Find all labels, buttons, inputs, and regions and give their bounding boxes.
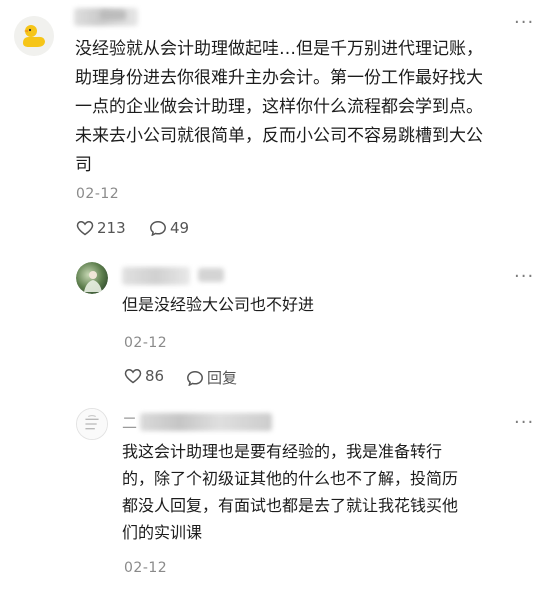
reply-username-prefix[interactable]: 二 xyxy=(122,412,137,433)
comment-bubble-icon xyxy=(149,220,167,236)
reply-line: 们的实训课 xyxy=(122,523,203,542)
reply-date: 02-12 xyxy=(124,335,168,351)
like-count: 213 xyxy=(97,219,126,237)
like-button[interactable]: 86 xyxy=(124,367,164,385)
reply-line: 的，除了个初级证其他的什么也不了解，投简历 xyxy=(122,469,459,488)
more-options-icon[interactable]: ··· xyxy=(514,14,534,32)
reply-avatar-1[interactable] xyxy=(76,262,108,294)
comment-line: 未来去小公司就很简单，反而小公司不容易跳槽到大公 xyxy=(75,126,483,146)
heart-icon xyxy=(124,368,142,384)
reply-avatar-2[interactable] xyxy=(76,408,108,440)
reply-line: 我这会计助理也是要有经验的，我是准备转行 xyxy=(122,442,443,461)
comment-line: 司 xyxy=(75,155,92,175)
duck-icon xyxy=(14,16,54,56)
like-button[interactable]: 213 xyxy=(76,219,126,237)
reply-body: 但是没经验大公司也不好进 xyxy=(122,291,522,318)
more-options-icon[interactable]: ··· xyxy=(514,268,534,286)
reply-line: 都没人回复，有面试也都是去了就让我花钱买他 xyxy=(122,496,459,515)
comment-line: 助理身份进去你很难升主办会计。第一份工作最好找大 xyxy=(75,68,483,88)
comment-line: 一点的企业做会计助理，这样你什么流程都会学到点。 xyxy=(75,97,483,117)
reply-date: 02-12 xyxy=(124,560,168,576)
reply-line: 但是没经验大公司也不好进 xyxy=(122,295,315,314)
comment-line: 没经验就从会计助理做起哇…但是千万别进代理记账， xyxy=(75,39,483,59)
username-blurred-2 xyxy=(100,10,126,20)
reply-body: 我这会计助理也是要有经验的，我是准备转行 的，除了个初级证其他的什么也不了解，投… xyxy=(122,438,542,546)
comment-date: 02-12 xyxy=(76,186,120,202)
reply-username-blurred[interactable] xyxy=(122,267,190,285)
comment-bubble-icon xyxy=(186,370,204,386)
reply-count: 49 xyxy=(170,219,190,237)
like-count: 86 xyxy=(145,367,165,385)
duck-avatar[interactable] xyxy=(14,16,54,56)
reply-username-blurred[interactable] xyxy=(140,413,272,431)
reply-count-button[interactable]: 49 xyxy=(149,219,189,237)
green-photo-avatar xyxy=(76,262,108,294)
comment-thread: ··· 没经验就从会计助理做起哇…但是千万别进代理记账， 助理身份进去你很难升主… xyxy=(0,0,554,590)
scroll-avatar xyxy=(77,409,107,439)
heart-icon xyxy=(76,220,94,236)
reply-button[interactable]: 回复 xyxy=(186,367,237,388)
comment-body: 没经验就从会计助理做起哇…但是千万别进代理记账， 助理身份进去你很难升主办会计。… xyxy=(75,35,545,180)
reply-username-tag-blurred xyxy=(198,268,224,282)
reply-label: 回复 xyxy=(207,369,238,387)
more-options-icon[interactable]: ··· xyxy=(514,414,534,432)
